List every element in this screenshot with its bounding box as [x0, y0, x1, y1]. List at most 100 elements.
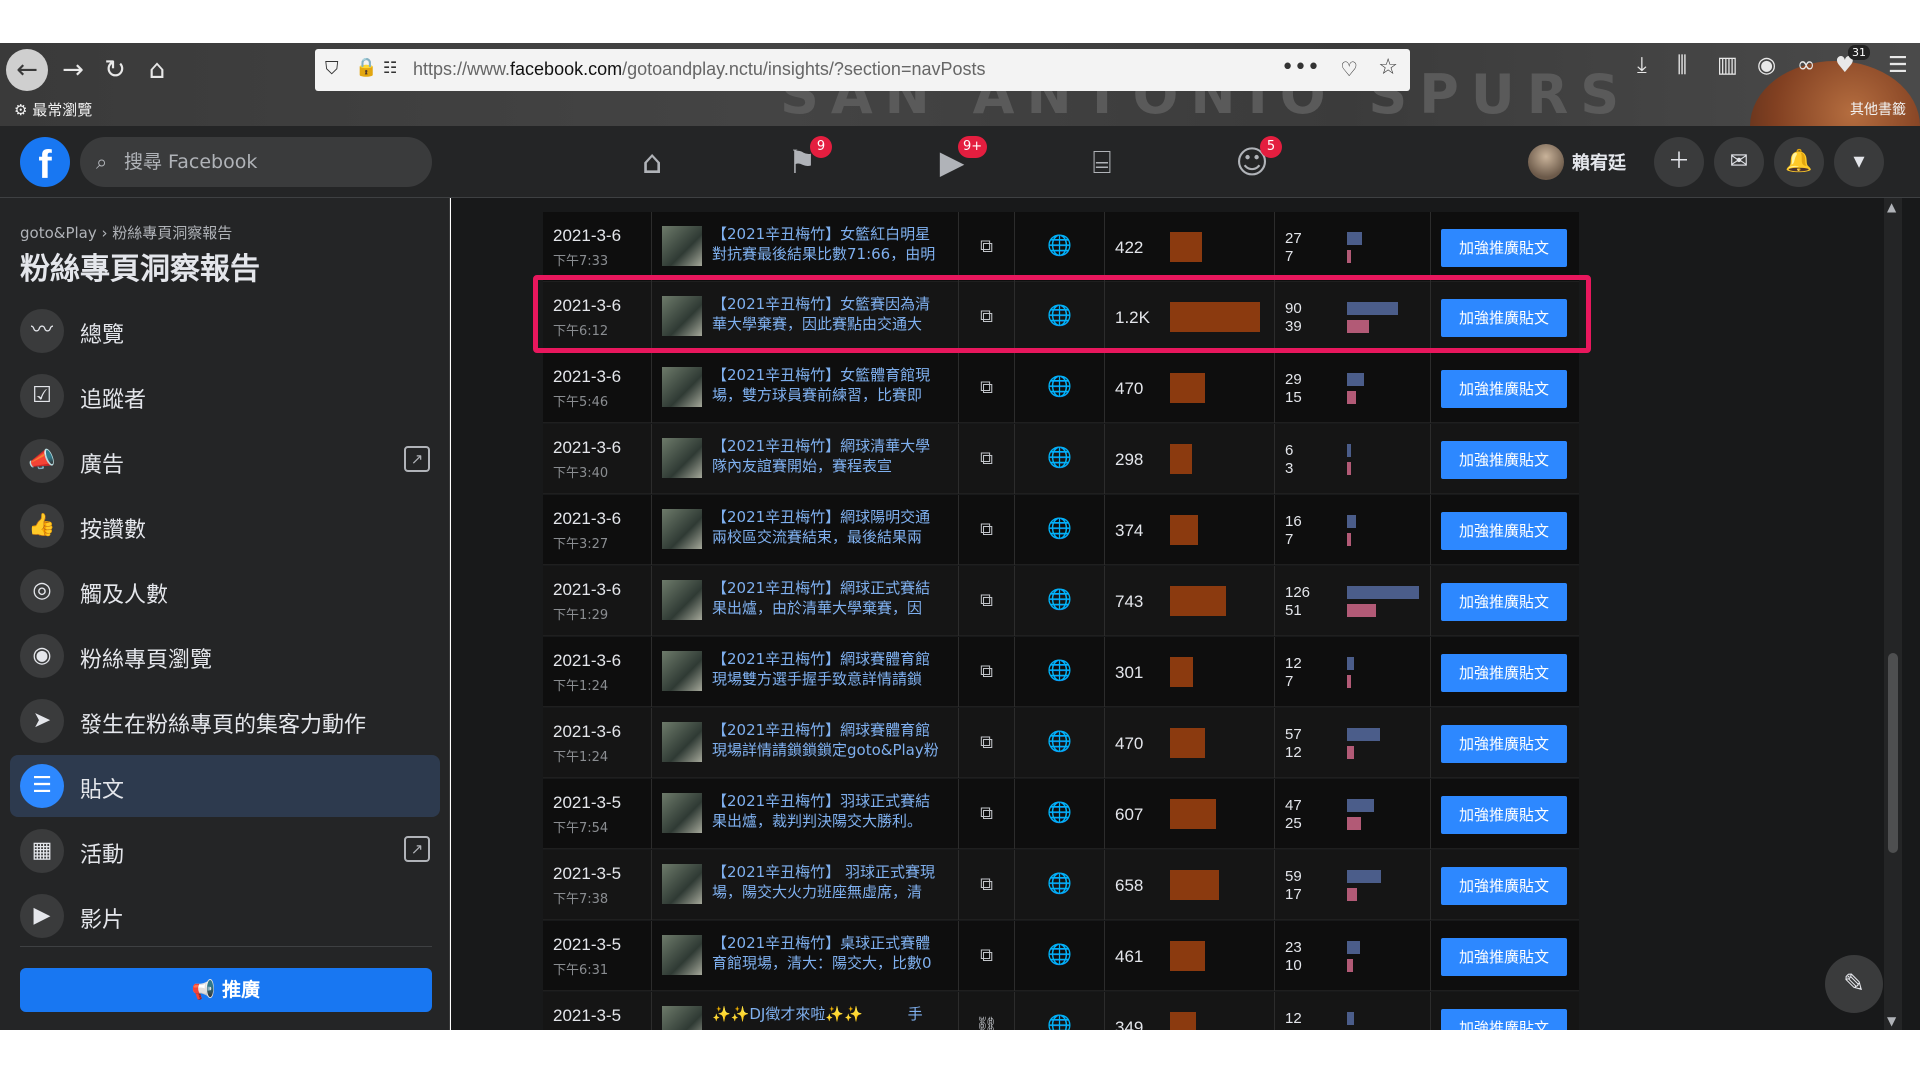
page-actions-icon[interactable]: •••	[1281, 55, 1320, 80]
notifications-bell-icon[interactable]: 🔔	[1774, 137, 1824, 187]
other-bookmarks[interactable]: 其他書籤	[1850, 99, 1906, 119]
facebook-logo-icon[interactable]: f	[20, 137, 70, 187]
extension-icon[interactable]: ∞	[1797, 53, 1815, 78]
reactions-bar	[1347, 250, 1351, 263]
post-thumbnail[interactable]	[662, 1006, 702, 1030]
boost-post-button[interactable]: 加強推廣貼文	[1441, 867, 1567, 905]
post-thumbnail[interactable]	[662, 793, 702, 833]
boost-post-button[interactable]: 加強推廣貼文	[1441, 938, 1567, 976]
post-title-link[interactable]: 【2021辛丑梅竹】網球賽體育館 現場雙方選手握手致意詳情請鎖	[712, 649, 952, 689]
post-thumbnail[interactable]	[662, 935, 702, 975]
boost-post-button[interactable]: 加強推廣貼文	[1441, 1009, 1567, 1030]
account-menu-chevron-icon[interactable]: ▾	[1834, 137, 1884, 187]
boost-post-button[interactable]: 加強推廣貼文	[1441, 370, 1567, 408]
url-text[interactable]: https://www.facebook.com/gotoandplay.nct…	[413, 59, 986, 80]
post-time: 下午3:40	[553, 466, 609, 481]
forward-icon[interactable]: →	[52, 49, 94, 91]
menu-icon[interactable]: ☰	[1888, 53, 1908, 78]
sidebar-item-likes[interactable]: 👍 按讚數	[10, 495, 440, 557]
tracking-shield-icon[interactable]: ⛉	[325, 58, 339, 79]
scroll-up-icon[interactable]: ▲	[1887, 200, 1896, 214]
post-thumbnail[interactable]	[662, 509, 702, 549]
compose-message-icon[interactable]: ✎	[1825, 955, 1883, 1013]
nav-home-icon[interactable]: ⌂	[596, 126, 708, 198]
nav-watch-icon[interactable]: ▶ 9+	[896, 126, 1008, 198]
boost-post-button[interactable]: 加強推廣貼文	[1441, 229, 1567, 267]
home-icon[interactable]: ⌂	[136, 49, 178, 91]
post-title-link[interactable]: 【2021辛丑梅竹】 羽球正式賽現 場，陽交大火力班座無虛席，清	[712, 862, 952, 902]
sidebar-item-posts[interactable]: ☰ 貼文	[10, 755, 440, 817]
messenger-icon[interactable]: ✉	[1714, 137, 1764, 187]
url-bar[interactable]: ⛉ 🔒 ☷ https://www.facebook.com/gotoandpl…	[315, 49, 1410, 91]
lock-icon[interactable]: 🔒	[355, 57, 377, 78]
nav-marketplace-icon[interactable]: ⌸	[1046, 126, 1158, 198]
post-cell[interactable]: 【2021辛丑梅竹】網球賽體育館 現場雙方選手握手致意詳情請鎖	[652, 637, 959, 707]
post-cell[interactable]: 【2021辛丑梅竹】女籃紅白明星 對抗賽最後結果比數71:66，由明	[652, 212, 959, 282]
post-title-link[interactable]: 【2021辛丑梅竹】網球賽體育館 現場詳情請鎖鎖鎖定goto&Play粉	[712, 720, 952, 760]
scroll-down-icon[interactable]: ▼	[1887, 1014, 1896, 1028]
globe-icon: 🌐	[1015, 921, 1105, 991]
breadcrumb[interactable]: goto&Play › 粉絲專頁洞察報告	[20, 222, 232, 243]
post-cell[interactable]: 【2021辛丑梅竹】網球陽明交通 兩校區交流賽結束，最後結果兩	[652, 495, 959, 565]
clicks-bar	[1347, 373, 1364, 386]
post-cell[interactable]: 【2021辛丑梅竹】網球正式賽結 果出爐，由於清華大學棄賽，因	[652, 566, 959, 636]
sidebar-item-actions[interactable]: ➤ 發生在粉絲專頁的集客力動作	[10, 690, 440, 752]
account-icon[interactable]: ◉	[1757, 53, 1776, 78]
sidebar-item-page-views[interactable]: ◉ 粉絲專頁瀏覽	[10, 625, 440, 687]
post-title-link[interactable]: 【2021辛丑梅竹】網球清華大學 隊內友誼賽開始，賽程表宣	[712, 436, 952, 476]
sidebar-toggle-icon[interactable]: ▥	[1717, 53, 1738, 78]
sidebar-item-followers[interactable]: ☑ 追蹤者	[10, 365, 440, 427]
post-cell[interactable]: 【2021辛丑梅竹】羽球正式賽結 果出爐，裁判判決陽交大勝利。	[652, 779, 959, 849]
post-thumbnail[interactable]	[662, 864, 702, 904]
post-cell[interactable]: 【2021辛丑梅竹】網球清華大學 隊內友誼賽開始，賽程表宣	[652, 424, 959, 494]
scrollbar-thumb[interactable]	[1888, 653, 1898, 853]
bookmark-star-icon[interactable]: ☆	[1378, 55, 1398, 80]
reload-icon[interactable]: ↻	[94, 49, 136, 91]
post-title-link[interactable]: 【2021辛丑梅竹】桌球正式賽體 育館現場，清大：陽交大，比數0	[712, 933, 952, 973]
bookmark-most-visited[interactable]: ⚙ 最常瀏覽	[14, 99, 92, 120]
back-icon[interactable]: ←	[6, 49, 48, 91]
downloads-icon[interactable]: ⤓	[1637, 53, 1647, 78]
post-title-link[interactable]: 【2021辛丑梅竹】網球陽明交通 兩校區交流賽結束，最後結果兩	[712, 507, 952, 547]
post-title-link[interactable]: 【2021辛丑梅竹】網球正式賽結 果出爐，由於清華大學棄賽，因	[712, 578, 952, 618]
post-cell[interactable]: 【2021辛丑梅竹】網球賽體育館 現場詳情請鎖鎖鎖定goto&Play粉	[652, 708, 959, 778]
post-title-link[interactable]: 【2021辛丑梅竹】女籃紅白明星 對抗賽最後結果比數71:66，由明	[712, 224, 952, 264]
post-thumbnail[interactable]	[662, 438, 702, 478]
search-box[interactable]: ⌕	[80, 137, 432, 187]
reactions-bar	[1347, 746, 1354, 759]
boost-post-button[interactable]: 加強推廣貼文	[1441, 796, 1567, 834]
boost-post-button[interactable]: 加強推廣貼文	[1441, 654, 1567, 692]
post-thumbnail[interactable]	[662, 722, 702, 762]
post-cell[interactable]: 【2021辛丑梅竹】 羽球正式賽現 場，陽交大火力班座無虛席，清	[652, 850, 959, 920]
create-plus-icon[interactable]: ＋	[1654, 137, 1704, 187]
post-title-link[interactable]: ✨✨DJ徵才來啦✨✨ 手	[712, 1004, 952, 1024]
promote-button[interactable]: 📢 推廣	[20, 968, 432, 1012]
profile-button[interactable]: 賴宥廷	[1528, 142, 1626, 182]
trend-line-icon: 〰	[20, 309, 64, 353]
search-input[interactable]	[124, 137, 414, 187]
sidebar-item-ads[interactable]: 📣 廣告 ↗	[10, 430, 440, 492]
post-title-link[interactable]: 【2021辛丑梅竹】羽球正式賽結 果出爐，裁判判決陽交大勝利。	[712, 791, 952, 831]
boost-post-button[interactable]: 加強推廣貼文	[1441, 583, 1567, 621]
post-thumbnail[interactable]	[662, 580, 702, 620]
boost-post-button[interactable]: 加強推廣貼文	[1441, 512, 1567, 550]
library-icon[interactable]: ⫼	[1677, 53, 1687, 78]
sidebar-item-videos[interactable]: ▶ 影片	[10, 885, 440, 947]
sidebar-item-overview[interactable]: 〰 總覽	[10, 300, 440, 362]
nav-pages-flag-icon[interactable]: ⚑ 9	[746, 126, 858, 198]
boost-post-button[interactable]: 加強推廣貼文	[1441, 441, 1567, 479]
post-cell[interactable]: ✨✨DJ徵才來啦✨✨ 手	[652, 992, 959, 1030]
post-cell[interactable]: 【2021辛丑梅竹】桌球正式賽體 育館現場，清大：陽交大，比數0	[652, 921, 959, 991]
nav-groups-icon[interactable]: ☺ 5	[1196, 126, 1308, 198]
page-scrollbar[interactable]: ▲ ▼	[1884, 198, 1902, 1030]
permissions-icon[interactable]: ☷	[383, 58, 397, 77]
post-title-link[interactable]: 【2021辛丑梅竹】女籃體育館現 場，雙方球員賽前練習，比賽即	[712, 365, 952, 405]
post-cell[interactable]: 【2021辛丑梅竹】女籃體育館現 場，雙方球員賽前練習，比賽即	[652, 353, 959, 423]
sidebar-item-events[interactable]: ▦ 活動 ↗	[10, 820, 440, 882]
post-thumbnail[interactable]	[662, 367, 702, 407]
post-thumbnail[interactable]	[662, 226, 702, 266]
sidebar-item-reach[interactable]: ◎ 觸及人數	[10, 560, 440, 622]
boost-post-button[interactable]: 加強推廣貼文	[1441, 725, 1567, 763]
post-thumbnail[interactable]	[662, 651, 702, 691]
pocket-icon[interactable]: ♡	[1340, 57, 1358, 81]
